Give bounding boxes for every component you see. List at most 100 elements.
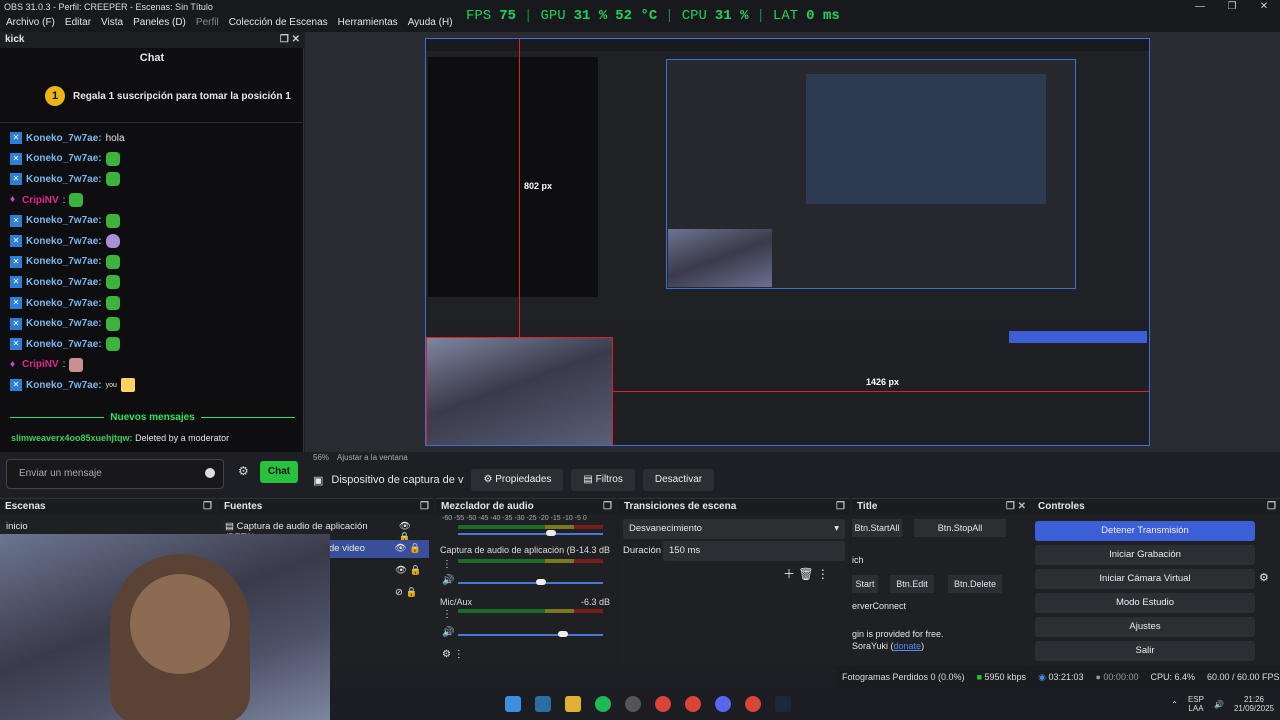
chat-username[interactable]: Koneko_7w7ae: [26, 277, 102, 288]
mixer-settings-icon[interactable]: ⚙ ⋮ [442, 649, 464, 660]
steam-icon[interactable] [775, 696, 791, 712]
spotify-icon[interactable] [595, 696, 611, 712]
emoji-icon[interactable] [205, 468, 215, 478]
speaker-icon[interactable]: 🔊 [442, 627, 454, 638]
chevron-down-icon: ▾ [834, 523, 839, 534]
chat-username[interactable]: Koneko_7w7ae: [26, 133, 102, 144]
obs-icon[interactable] [625, 696, 641, 712]
chat-username[interactable]: Koneko_7w7ae: [26, 380, 102, 391]
settings-button[interactable]: Ajustes [1035, 617, 1255, 637]
guide-line [519, 39, 520, 337]
menu-view[interactable]: Vista [101, 14, 123, 32]
studio-mode-button[interactable]: Modo Estudio [1035, 593, 1255, 613]
chat-input[interactable]: Enviar un mensaje [6, 459, 224, 489]
pinned-gift-banner[interactable]: 1 Regala 1 suscripción para tomar la pos… [45, 86, 291, 106]
chat-username[interactable]: Koneko_7w7ae: [26, 236, 102, 247]
donate-link[interactable]: donate [894, 641, 922, 651]
transition-select[interactable]: Desvanecimiento ▾ [623, 519, 845, 539]
chat-username[interactable]: Koneko_7w7ae: [26, 339, 102, 350]
maximize-button[interactable]: ❐ [1216, 0, 1248, 14]
dock-float-close-icon[interactable]: ❐ ✕ [1006, 499, 1026, 515]
volume-icon[interactable]: 🔊 [1214, 700, 1224, 709]
dock-float-icon[interactable]: ❐ [203, 499, 212, 515]
dock-controls-icon[interactable]: ❐ ✕ [280, 32, 300, 48]
visibility-icon[interactable]: 👁 🔒 [395, 565, 422, 576]
delete-button[interactable]: Btn.Delete [948, 575, 1002, 593]
volume-fader[interactable] [458, 533, 603, 535]
chat-username[interactable]: Koneko_7w7ae: [26, 298, 102, 309]
status-bar: Fotogramas Perdidos 0 (0.0%) ■ 5950 kbps… [836, 666, 1280, 688]
chrome-icon[interactable] [685, 696, 701, 712]
properties-button[interactable]: ⚙ Propiedades [471, 469, 564, 491]
startall-button[interactable]: Btn.StartAll [852, 519, 902, 537]
file-explorer-icon[interactable] [565, 696, 581, 712]
filters-button[interactable]: ▤ Filtros [571, 469, 635, 491]
fader-knob[interactable] [546, 530, 556, 536]
start-button[interactable]: Start [852, 575, 878, 593]
dock-float-icon[interactable]: ❐ [420, 499, 429, 515]
dock-float-icon[interactable]: ❐ [603, 499, 612, 515]
menu-dots-icon[interactable]: ⋮ [442, 559, 452, 570]
menu-tools[interactable]: Herramientas [338, 14, 398, 32]
nested-webcam [668, 229, 772, 287]
chat-username[interactable]: CripiNV [22, 195, 59, 206]
chevron-up-icon[interactable]: ⌃ [1171, 700, 1178, 709]
scene-item[interactable]: inicio [6, 521, 28, 532]
stop-stream-button[interactable]: Detener Transmisión [1035, 521, 1255, 541]
clock[interactable]: 21:26 21/09/2025 [1234, 695, 1274, 713]
mixer-channel: Mic/Aux -6.3 dB [440, 597, 610, 607]
menu-profile[interactable]: Perfil [196, 14, 219, 32]
rec-time: ● 00:00:00 [1095, 672, 1139, 682]
menu-dots-icon[interactable]: ⋮ [442, 609, 452, 620]
chat-username[interactable]: CripiNV [22, 359, 59, 370]
menu-bar: Archivo (F) Editar Vista Paneles (D) Per… [0, 14, 460, 32]
chrome-icon[interactable] [745, 696, 761, 712]
deleted-username[interactable]: slimweaverx4oo85xuehjtqw: [11, 433, 133, 443]
zoom-level[interactable]: 56% [313, 452, 329, 464]
language-indicator[interactable]: ESP LAA [1188, 695, 1204, 713]
volume-fader[interactable] [458, 634, 603, 636]
dock-float-icon[interactable]: ❐ [1267, 499, 1276, 515]
window-title: OBS 31.0.3 - Perfil: CREEPER - Escenas: … [4, 2, 213, 12]
preview-canvas[interactable]: 1426 px 802 px [305, 32, 1280, 452]
fader-knob[interactable] [536, 579, 546, 585]
chat-settings-gear-icon[interactable]: ⚙ [238, 464, 249, 478]
speaker-icon[interactable]: 🔊 [442, 575, 454, 586]
deactivate-button[interactable]: Desactivar [642, 469, 715, 491]
menu-help[interactable]: Ayuda (H) [408, 14, 453, 32]
cpu-value: 31 % [714, 8, 749, 24]
start-menu-icon[interactable] [505, 696, 521, 712]
menu-edit[interactable]: Editar [65, 14, 91, 32]
edit-button[interactable]: Btn.Edit [890, 575, 934, 593]
mixer-channel: Captura de audio de aplicación (B -14.3 d… [440, 545, 610, 555]
menu-docks[interactable]: Paneles (D) [133, 14, 186, 32]
chat-message: ✕ Koneko_7w7ae: hola [10, 128, 295, 149]
exit-button[interactable]: Salir [1035, 641, 1255, 661]
close-button[interactable]: ✕ [1248, 0, 1280, 14]
gpu-temp: 52 °C [615, 8, 658, 24]
add-remove-icons[interactable]: ＋ 🗑 ⋮ [783, 565, 829, 582]
fader-knob[interactable] [558, 631, 568, 637]
minimize-button[interactable]: — [1184, 0, 1216, 14]
chat-username[interactable]: Koneko_7w7ae: [26, 318, 102, 329]
chat-username[interactable]: Koneko_7w7ae: [26, 174, 102, 185]
new-messages-divider[interactable]: Nuevos mensajes [10, 410, 295, 424]
chrome-icon[interactable] [655, 696, 671, 712]
stopall-button[interactable]: Btn.StopAll [914, 519, 1006, 537]
virtual-camera-button[interactable]: Iniciar Cámara Virtual [1035, 569, 1255, 589]
menu-scene-collection[interactable]: Colección de Escenas [229, 14, 328, 32]
chat-username[interactable]: Koneko_7w7ae: [26, 153, 102, 164]
start-recording-button[interactable]: Iniciar Grabación [1035, 545, 1255, 565]
volume-fader[interactable] [458, 582, 603, 584]
menu-file[interactable]: Archivo (F) [6, 14, 55, 32]
dock-float-icon[interactable]: ❐ [836, 499, 845, 515]
chat-username[interactable]: Koneko_7w7ae: [26, 215, 102, 226]
visibility-hidden-icon[interactable]: ⊘ 🔒 [395, 587, 417, 598]
virtual-camera-gear-icon[interactable]: ⚙ [1259, 571, 1269, 584]
fit-window-label[interactable]: Ajustar a la ventana [337, 452, 408, 464]
duration-input[interactable]: 150 ms [663, 541, 845, 561]
discord-icon[interactable] [715, 696, 731, 712]
chat-username[interactable]: Koneko_7w7ae: [26, 256, 102, 267]
chat-send-button[interactable]: Chat [260, 461, 298, 483]
taskview-icon[interactable] [535, 696, 551, 712]
